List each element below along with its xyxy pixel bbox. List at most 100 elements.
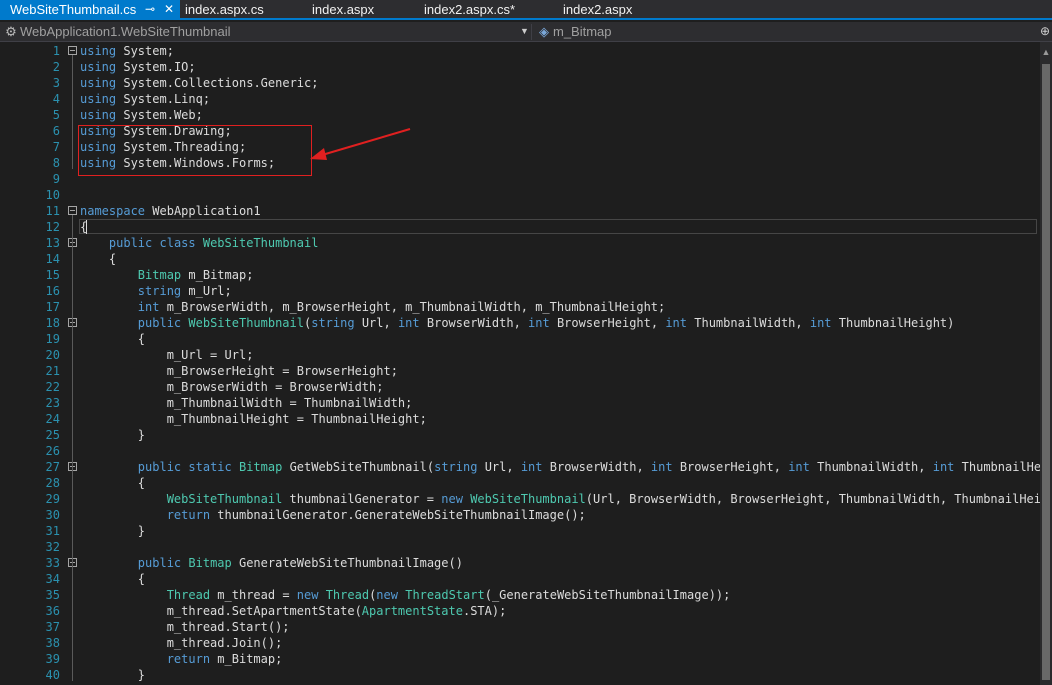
tab-label: index2.aspx.cs* [424, 2, 516, 17]
code-line: } [80, 668, 146, 682]
annotation-arrow [310, 128, 411, 160]
member-dropdown[interactable]: ◈ m_Bitmap [535, 22, 1025, 41]
navbar-divider [531, 24, 532, 40]
code-line: public class WebSiteThumbnail [108, 236, 319, 250]
line-number: 1 [52, 44, 60, 58]
line-number: 26 [45, 444, 60, 458]
code-line: using System.Linq; [80, 92, 211, 106]
line-number: 31 [45, 524, 60, 538]
tab-websitethumbnail-cs[interactable]: WebSiteThumbnail.cs ⊸ ✕ [0, 0, 180, 20]
pin-icon[interactable]: ⊸ [145, 0, 155, 19]
line-number: 23 [45, 396, 60, 410]
chevron-down-icon: ▼ [520, 26, 529, 36]
line-number: 16 [45, 284, 60, 298]
line-number: 25 [45, 428, 60, 442]
code-line: public static Bitmap GetWebSiteThumbnail… [137, 460, 1040, 474]
line-number: 34 [45, 572, 60, 586]
collapse-region-icon[interactable] [68, 46, 77, 55]
line-number: 37 [45, 620, 60, 634]
line-number: 35 [45, 588, 60, 602]
line-number: 6 [52, 124, 60, 138]
code-line: return m_Bitmap; [166, 652, 283, 666]
code-line: m_thread.SetApartmentState(ApartmentStat… [166, 604, 507, 618]
navigation-bar: ⚙ WebApplication1.WebSiteThumbnail ▼ ◈ m_B… [0, 22, 1052, 42]
code-line: WebSiteThumbnail thumbnailGenerator = ne… [166, 492, 1040, 506]
member-dropdown-label: m_Bitmap [553, 24, 612, 39]
close-icon[interactable]: ✕ [164, 0, 174, 19]
class-icon: ⚙ [5, 24, 17, 39]
tab-label: index.aspx.cs [185, 2, 264, 17]
outlining-guide [72, 55, 73, 169]
tab-index2-aspx[interactable]: index2.aspx [563, 0, 632, 20]
code-line: Bitmap m_Bitmap; [137, 268, 254, 282]
collapse-region-icon[interactable] [68, 206, 77, 215]
split-editor-icon[interactable]: ⊕ [1038, 22, 1052, 42]
line-number: 3 [52, 76, 60, 90]
line-number: 5 [52, 108, 60, 122]
tab-index-aspx[interactable]: index.aspx [312, 0, 374, 20]
code-line: m_thread.Start(); [166, 620, 290, 634]
code-line: { [80, 476, 146, 490]
code-line: m_BrowserWidth = BrowserWidth; [166, 380, 384, 394]
indicator-margin [0, 42, 22, 685]
code-line: public Bitmap GenerateWebSiteThumbnailIm… [137, 556, 463, 570]
code-line: m_ThumbnailWidth = ThumbnailWidth; [166, 396, 413, 410]
line-number: 40 [45, 668, 60, 682]
code-line: int m_BrowserWidth, m_BrowserHeight, m_T… [137, 300, 666, 314]
outlining-guide [72, 215, 73, 681]
code-line: } [80, 428, 146, 442]
line-number: 4 [52, 92, 60, 106]
line-number: 12 [45, 220, 60, 234]
code-line: using System.Web; [80, 108, 203, 122]
code-line: Thread m_thread = new Thread(new ThreadS… [166, 588, 731, 602]
code-line: } [80, 524, 146, 538]
text-caret [86, 220, 87, 234]
document-tab-strip: WebSiteThumbnail.cs ⊸ ✕ index.aspx.cs in… [0, 0, 1052, 20]
line-number: 11 [45, 204, 60, 218]
scrollbar-thumb[interactable] [1042, 64, 1050, 680]
code-line: m_thread.Join(); [166, 636, 283, 650]
line-number: 30 [45, 508, 60, 522]
line-number: 27 [45, 460, 60, 474]
vertical-scrollbar[interactable]: ▲ [1040, 42, 1052, 685]
code-line: m_ThumbnailHeight = ThumbnailHeight; [166, 412, 427, 426]
tab-index2-aspx-cs[interactable]: index2.aspx.cs* [424, 0, 515, 20]
code-line: public WebSiteThumbnail(string Url, int … [137, 316, 955, 330]
code-line: m_Url = Url; [166, 348, 254, 362]
line-number: 33 [45, 556, 60, 570]
line-number: 15 [45, 268, 60, 282]
line-number: 29 [45, 492, 60, 506]
line-number: 8 [52, 156, 60, 170]
line-number: 22 [45, 380, 60, 394]
code-line: using System.IO; [80, 60, 196, 74]
line-number: 19 [45, 332, 60, 346]
line-number: 24 [45, 412, 60, 426]
line-number: 38 [45, 636, 60, 650]
code-line: namespace WebApplication1 [80, 204, 261, 218]
line-number: 18 [45, 316, 60, 330]
line-number: 14 [45, 252, 60, 266]
line-number: 21 [45, 364, 60, 378]
project-dropdown[interactable]: ⚙ WebApplication1.WebSiteThumbnail ▼ [2, 22, 530, 41]
code-line: { [80, 572, 146, 586]
field-icon: ◈ [539, 24, 549, 39]
code-line: using System; [80, 44, 174, 58]
line-number: 39 [45, 652, 60, 666]
code-line: m_BrowserHeight = BrowserHeight; [166, 364, 398, 378]
line-number: 10 [45, 188, 60, 202]
line-number: 36 [45, 604, 60, 618]
line-number: 9 [52, 172, 60, 186]
tab-label: WebSiteThumbnail.cs [10, 2, 137, 17]
line-number: 13 [45, 236, 60, 250]
line-number: 7 [52, 140, 60, 154]
line-number: 20 [45, 348, 60, 362]
code-line: using System.Collections.Generic; [80, 76, 319, 90]
code-line: return thumbnailGenerator.GenerateWebSit… [166, 508, 586, 522]
scroll-up-icon[interactable]: ▲ [1040, 46, 1052, 58]
annotation-highlight-box [78, 125, 312, 176]
tab-index-aspx-cs[interactable]: index.aspx.cs [185, 0, 264, 20]
line-number: 28 [45, 476, 60, 490]
code-line: { [80, 252, 117, 266]
line-number: 17 [45, 300, 60, 314]
project-dropdown-label: WebApplication1.WebSiteThumbnail [20, 24, 231, 39]
